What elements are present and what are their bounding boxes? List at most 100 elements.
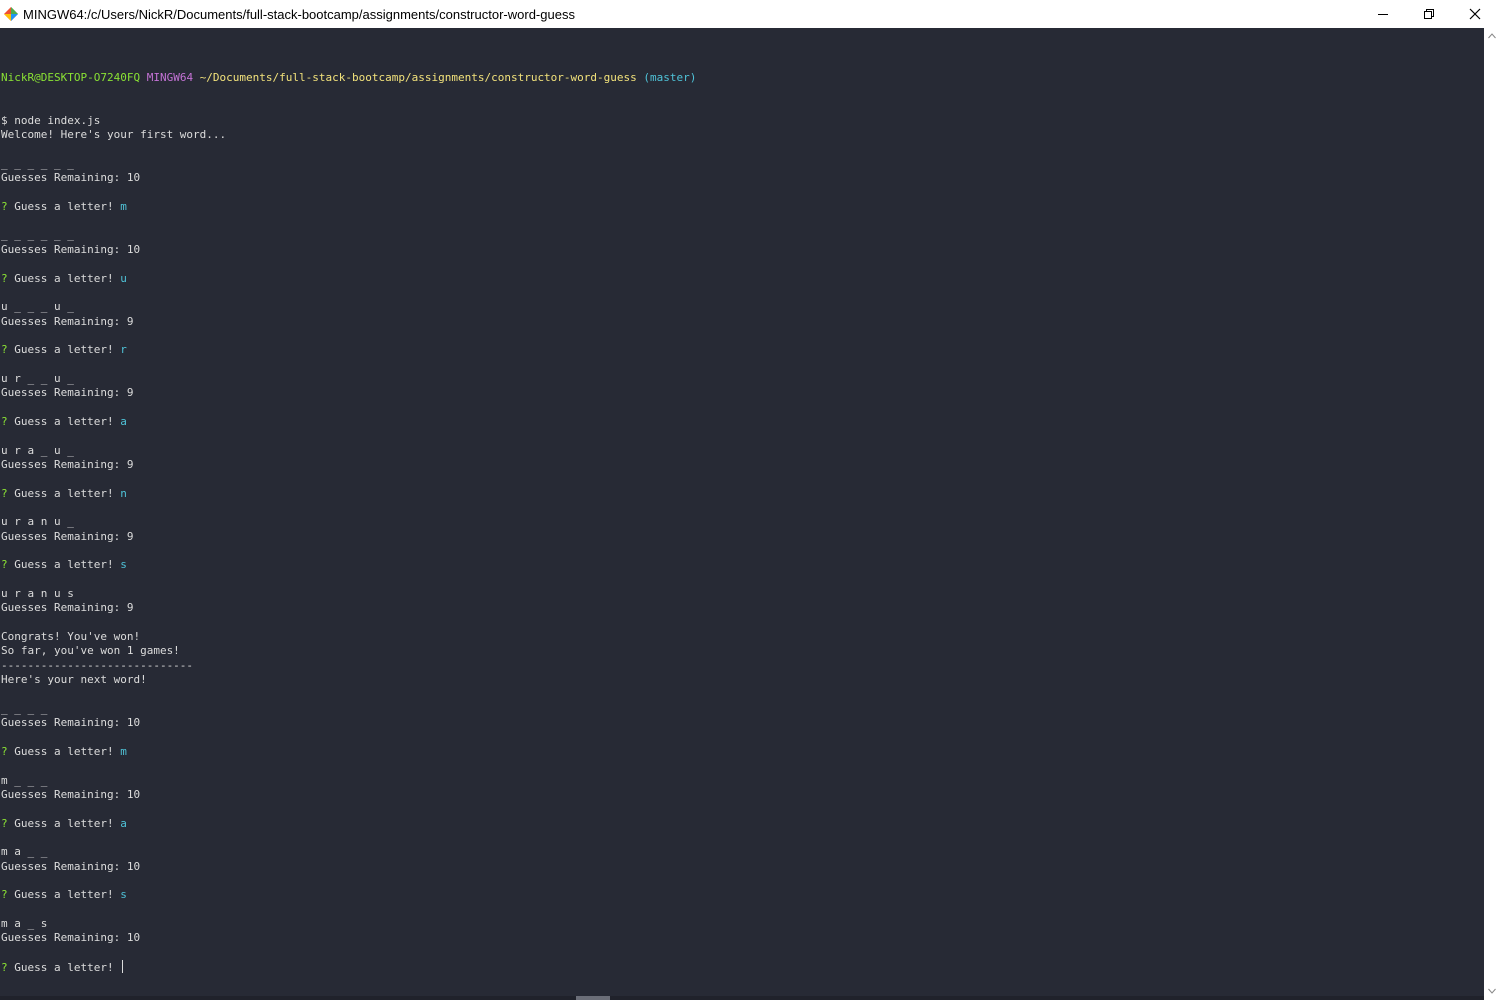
output-line: Guesses Remaining: 10 [1, 242, 141, 256]
question-label: Guess a letter! [14, 414, 114, 428]
output-line: u r a n u _ [1, 515, 74, 529]
question-mark: ? [1, 961, 8, 974]
output-line: m a _ _ [1, 845, 48, 859]
question-mark: ? [1, 343, 8, 357]
question-mark: ? [1, 199, 8, 213]
terminal-output[interactable]: NickR@DESKTOP-O7240FQ MINGW64 ~/Document… [0, 28, 1484, 1000]
terminal-lines: NickR@DESKTOP-O7240FQ MINGW64 ~/Document… [1, 42, 696, 974]
question-label: Guess a letter! [14, 271, 114, 285]
question-mark: ? [1, 486, 8, 500]
question-label: Guess a letter! [14, 888, 114, 902]
question-line: ? Guess a letter! a [1, 415, 696, 429]
question-mark: ? [1, 816, 8, 830]
question-line: ? Guess a letter! n [1, 487, 696, 501]
question-label: Guess a letter! [14, 961, 114, 974]
question-label: Guess a letter! [14, 486, 114, 500]
output-line: Guesses Remaining: 10 [1, 859, 141, 873]
answer-letter: m [120, 744, 127, 758]
close-icon [1469, 8, 1481, 20]
question-mark: ? [1, 744, 8, 758]
output-line: Guesses Remaining: 9 [1, 457, 134, 471]
scroll-down-arrow-icon[interactable] [1488, 988, 1496, 994]
question-label: Guess a letter! [14, 744, 114, 758]
question-line: ? Guess a letter! u [1, 272, 696, 286]
question-label: Guess a letter! [14, 816, 114, 830]
prompt-branch: (master) [643, 70, 697, 84]
answer-letter: r [120, 343, 127, 357]
output-line: Guesses Remaining: 10 [1, 716, 141, 730]
output-line: Guesses Remaining: 10 [1, 787, 141, 801]
answer-letter: a [120, 414, 127, 428]
question-label: Guess a letter! [14, 199, 114, 213]
minimize-icon [1378, 14, 1388, 15]
output-line: u r a n u s [1, 587, 74, 601]
question-line: ? Guess a letter! s [1, 558, 696, 572]
command-line: $ node index.js [1, 113, 101, 127]
prompt-user: NickR@DESKTOP-O7240FQ [1, 70, 141, 84]
restore-button[interactable] [1406, 0, 1452, 28]
output-line: Guesses Remaining: 10 [1, 931, 141, 945]
output-line: Guesses Remaining: 9 [1, 529, 134, 543]
scroll-track[interactable] [1486, 48, 1498, 984]
scroll-up-arrow-icon[interactable] [1488, 33, 1496, 39]
question-label: Guess a letter! [14, 558, 114, 572]
answer-letter: u [120, 271, 127, 285]
output-line: u _ _ _ u _ [1, 300, 74, 314]
question-mark: ? [1, 558, 8, 572]
output-line: m a _ s [1, 916, 48, 930]
output-line: Welcome! Here's your first word... [1, 128, 227, 142]
horizontal-scrollbar[interactable] [0, 996, 1484, 1000]
restore-icon [1424, 9, 1434, 19]
question-label: Guess a letter! [14, 343, 114, 357]
window-title: MINGW64:/c/Users/NickR/Documents/full-st… [23, 6, 575, 22]
output-line: Guesses Remaining: 9 [1, 601, 134, 615]
text-cursor [122, 960, 124, 973]
answer-letter: n [120, 486, 127, 500]
minimize-button[interactable] [1360, 0, 1406, 28]
question-mark: ? [1, 271, 8, 285]
shell-prompt: NickR@DESKTOP-O7240FQ MINGW64 ~/Document… [1, 71, 696, 85]
prompt-path: ~/Documents/full-stack-bootcamp/assignme… [199, 70, 637, 84]
question-mark: ? [1, 414, 8, 428]
output-line: Here's your next word! [1, 673, 147, 687]
close-button[interactable] [1452, 0, 1498, 28]
title-bar[interactable]: MINGW64:/c/Users/NickR/Documents/full-st… [0, 0, 1500, 28]
output-line: Congrats! You've won! [1, 630, 141, 644]
question-line: ? Guess a letter! s [1, 888, 696, 902]
git-bash-icon [4, 7, 18, 21]
answer-letter: s [120, 888, 127, 902]
output-line: So far, you've won 1 games! [1, 644, 180, 658]
answer-letter: s [120, 558, 127, 572]
output-line: m _ _ _ [1, 773, 48, 787]
prompt-system: MINGW64 [146, 70, 194, 84]
vertical-scrollbar[interactable] [1484, 28, 1500, 1000]
output-line: _ _ _ _ _ _ [1, 228, 74, 242]
output-line: u r _ _ u _ [1, 371, 74, 385]
answer-letter: m [120, 199, 127, 213]
output-line: Guesses Remaining: 9 [1, 314, 134, 328]
question-line: ? Guess a letter! m [1, 200, 696, 214]
output-line: Guesses Remaining: 9 [1, 386, 134, 400]
horizontal-scroll-thumb[interactable] [576, 996, 610, 1000]
output-line: ----------------------------- [1, 658, 194, 672]
